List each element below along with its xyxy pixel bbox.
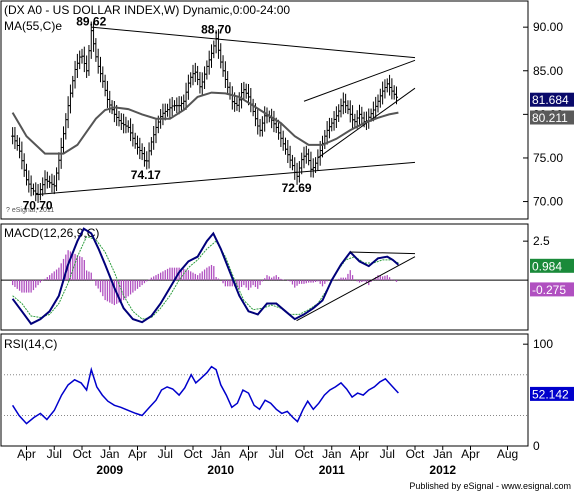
month-label: Apr (128, 447, 147, 461)
last-price-value: 81.684 (532, 93, 569, 107)
time-axis: Apr Jul Oct Jan Apr Jul Oct Jan Apr Jul Oct Jan Apr J… (17, 446, 518, 477)
signal-value-tag: -0.275 (530, 282, 574, 297)
ma-value-tag: 80.211 (530, 110, 574, 125)
year-label: 2009 (96, 463, 123, 477)
month-label: Oct (73, 447, 92, 461)
price-tick-label: 85.00 (533, 64, 563, 78)
month-label: Jul (47, 447, 62, 461)
price-tick-label: 90.00 (533, 20, 563, 34)
month-label: Apr (461, 447, 480, 461)
month-label: Aug (497, 447, 518, 461)
last-price-tag: 81.684 (530, 92, 574, 107)
price-annotation: 89.62 (76, 14, 106, 28)
month-label: Jul (158, 447, 173, 461)
footer-credit: Published by eSignal - www.esignal.com (409, 481, 571, 491)
price-tick-label: 75.00 (533, 151, 563, 165)
month-label: Jan (100, 447, 119, 461)
month-label: Jul (269, 447, 284, 461)
month-label: Jul (380, 447, 395, 461)
footer: Published by eSignal - www.esignal.com (409, 481, 571, 491)
rsi-title: RSI(14,C) (4, 337, 57, 351)
month-label: Apr (17, 447, 36, 461)
price-title: (DX A0 - US DOLLAR INDEX,W) Dynamic,0:00… (4, 3, 290, 17)
price-annotation: 88.70 (201, 22, 231, 36)
month-label: Oct (406, 447, 425, 461)
month-label: Jan (211, 447, 230, 461)
price-annotation: 70.70 (23, 198, 53, 212)
chart-window: (DX A0 - US DOLLAR INDEX,W) Dynamic,0:00… (0, 0, 575, 494)
signal-value: -0.275 (532, 283, 566, 297)
macd-tick-label: 2.5 (533, 234, 550, 248)
ma-legend-label: MA(55,C)e (4, 19, 62, 33)
year-label: 2011 (319, 463, 345, 477)
price-tick-label: 70.00 (533, 195, 563, 209)
macd-value-tag: 0.984 (530, 258, 574, 273)
macd-panel: MACD(12,26,9,C) 2.5 0.984 -0.275 (0, 223, 574, 331)
chart-canvas: (DX A0 - US DOLLAR INDEX,W) Dynamic,0:00… (0, 0, 574, 491)
rsi-tick-label: 100 (533, 337, 553, 351)
year-label: 2012 (429, 463, 456, 477)
price-annotation: 72.69 (282, 181, 312, 195)
rsi-panel: RSI(14,C) 100 0 52.142 (0, 333, 574, 453)
year-label: 2010 (207, 463, 234, 477)
month-label: Oct (184, 447, 203, 461)
rsi-tick-label: 0 (533, 439, 540, 453)
ma-value: 80.211 (532, 111, 568, 125)
macd-value: 0.984 (532, 259, 562, 273)
month-label: Oct (295, 447, 314, 461)
macd-title: MACD(12,26,9,C) (4, 226, 99, 240)
month-label: Jan (433, 447, 452, 461)
price-annotation: 74.17 (131, 168, 161, 182)
month-label: Jan (322, 447, 341, 461)
rsi-panel-frame (0, 333, 529, 447)
rsi-value: 52.142 (532, 387, 569, 401)
price-panel: (DX A0 - US DOLLAR INDEX,W) Dynamic,0:00… (0, 0, 574, 220)
rsi-value-tag: 52.142 (530, 386, 574, 401)
month-label: Apr (239, 447, 258, 461)
month-label: Apr (350, 447, 369, 461)
